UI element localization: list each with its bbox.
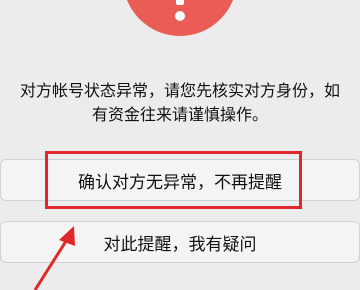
highlight-box <box>45 151 302 209</box>
question-reminder-button[interactable]: 对此提醒，我有疑问 <box>0 221 360 263</box>
question-button-label: 对此提醒，我有疑问 <box>103 234 257 255</box>
message-line-2: 有资金往来请谨慎操作。 <box>91 105 268 124</box>
warning-icon <box>123 0 237 36</box>
warning-message: 对方帐号状态异常，请您先核实对方身份，如 有资金往来请谨慎操作。 <box>10 79 350 127</box>
exclamation-dot <box>175 11 185 21</box>
exclamation-icon <box>176 0 184 5</box>
message-line-1: 对方帐号状态异常，请您先核实对方身份，如 <box>19 81 340 100</box>
